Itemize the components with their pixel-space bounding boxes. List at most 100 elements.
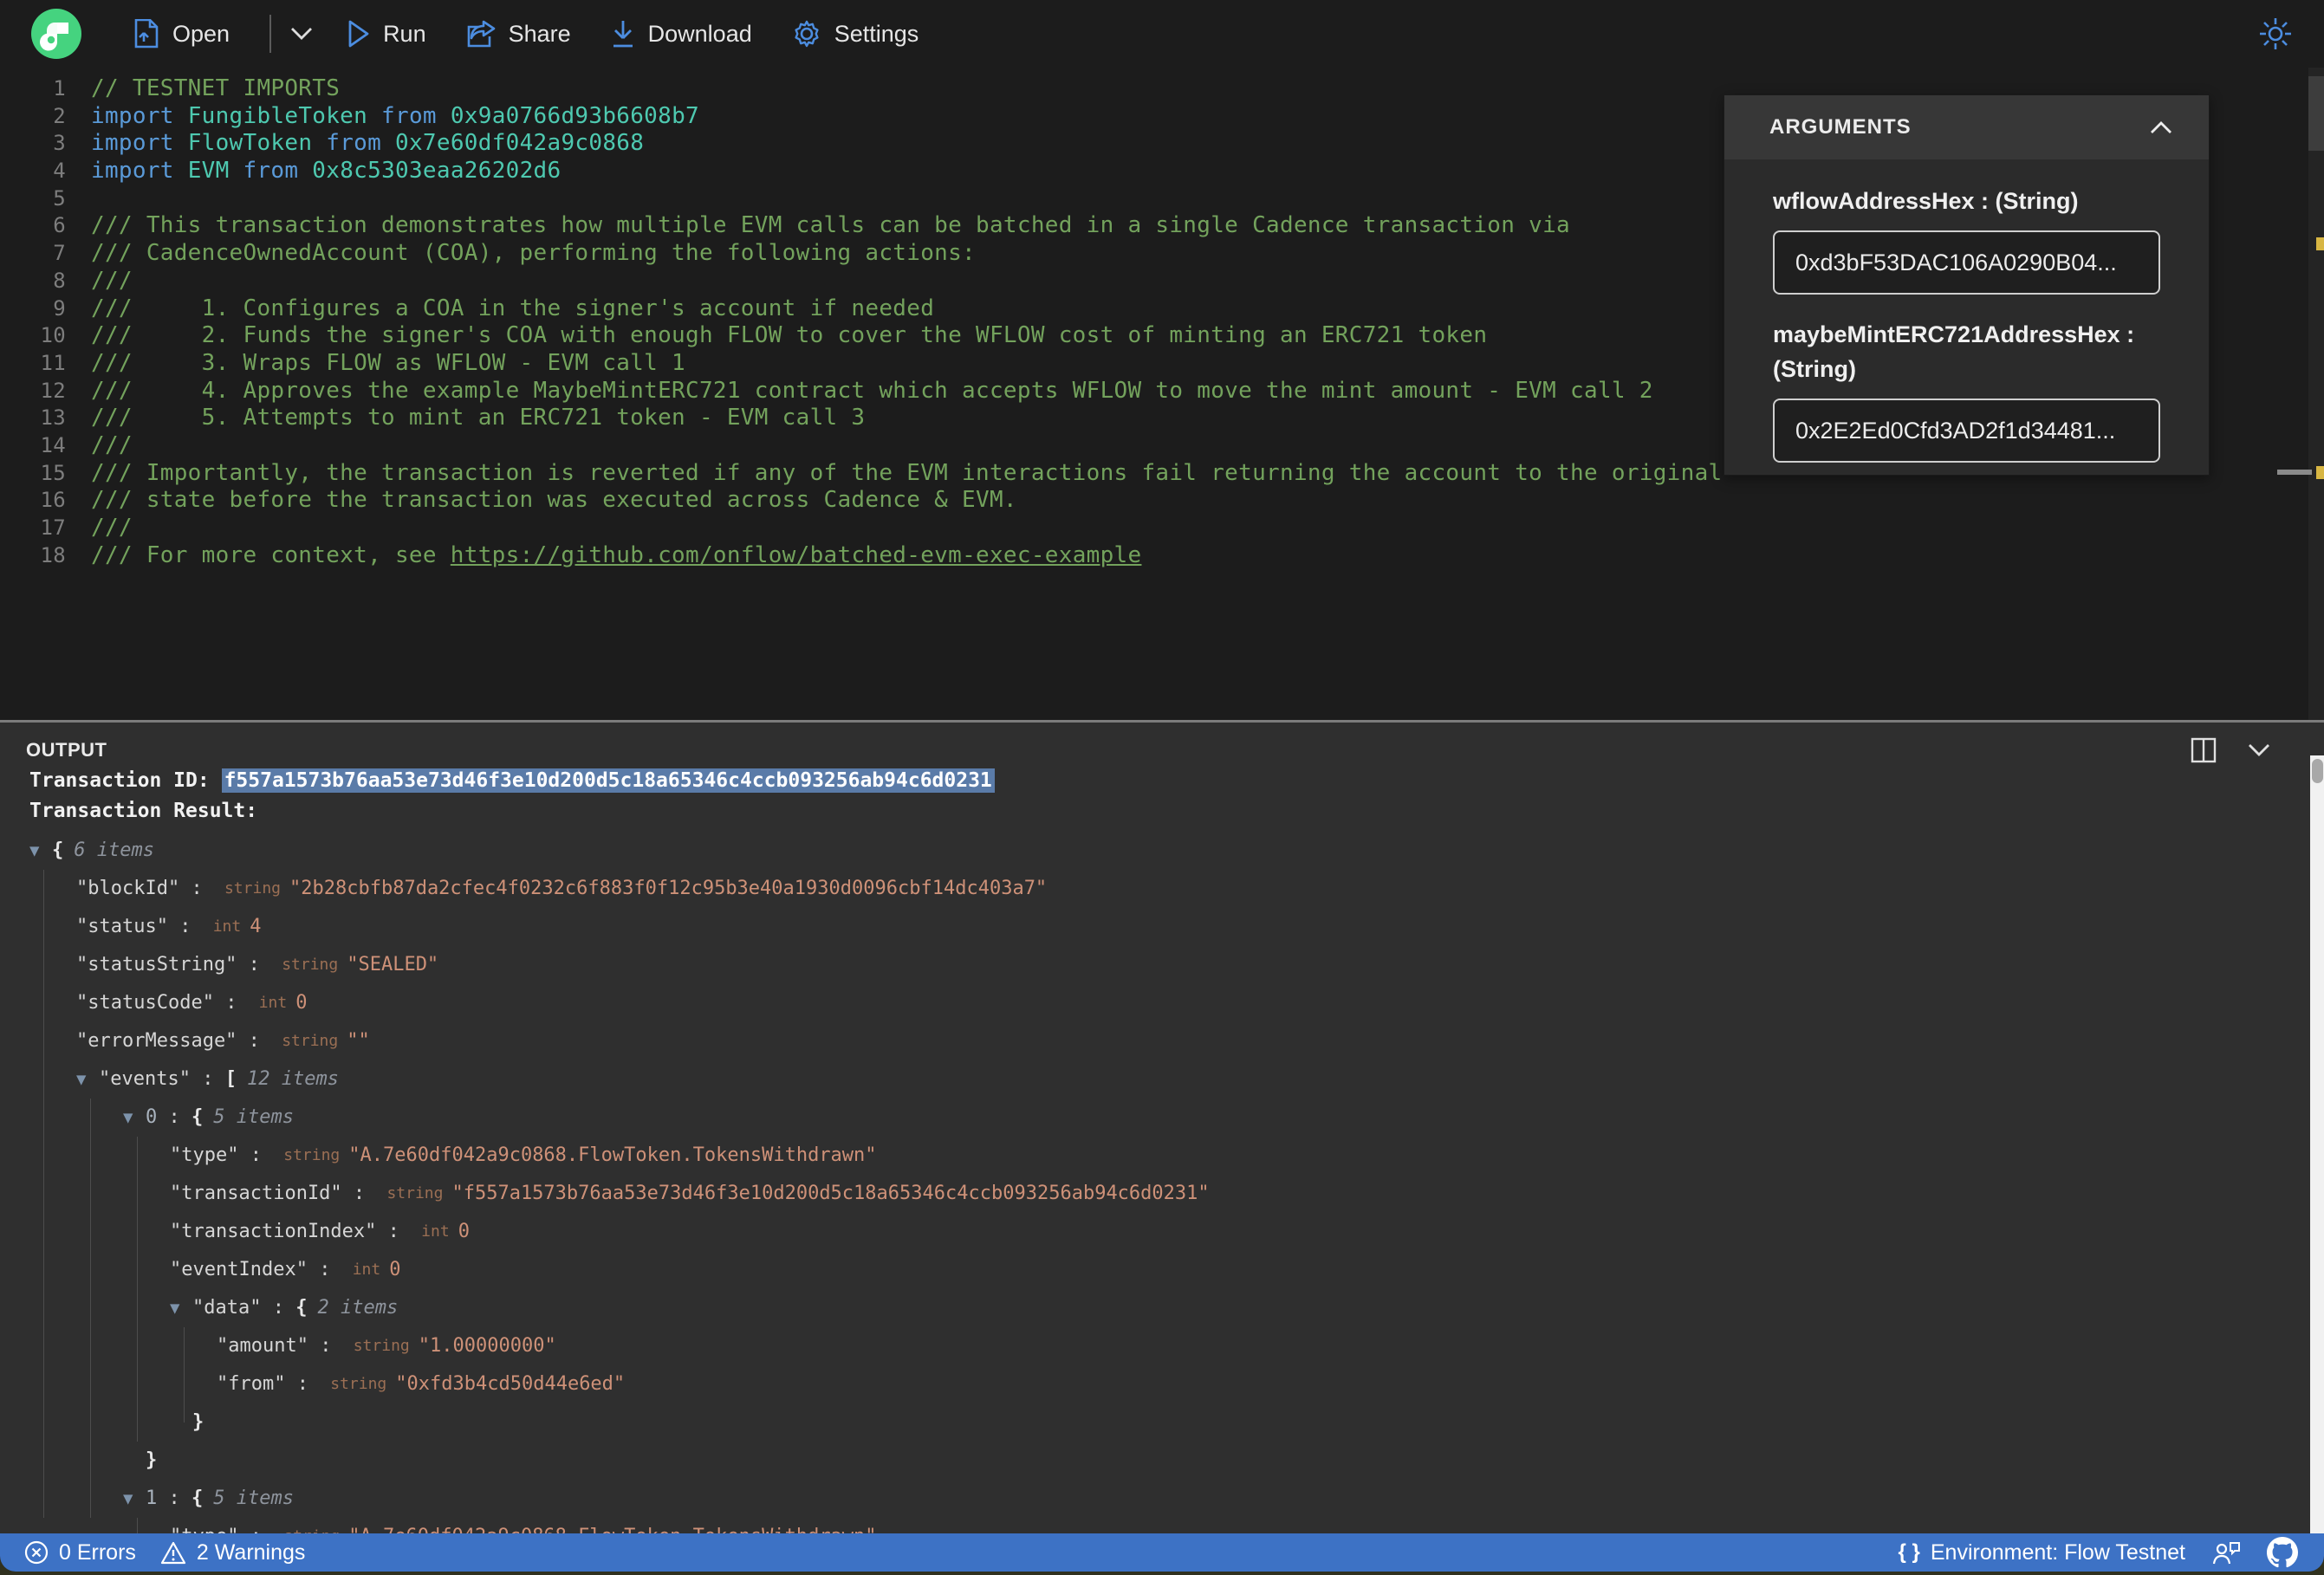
json-value: "0xfd3b4cd50d44e6ed" [395, 1373, 626, 1395]
code-token: /// [91, 515, 133, 541]
transaction-id-value: f557a1573b76aa53e73d46f3e10d200d5c18a653… [221, 768, 995, 793]
warnings-status[interactable]: 2 Warnings [160, 1539, 306, 1565]
download-button[interactable]: Download [611, 19, 752, 49]
github-icon[interactable] [2267, 1537, 2298, 1568]
code-token: /// 1. Configures a COA in the signer's … [91, 295, 935, 321]
code-text: import FungibleToken from 0x9a0766d93b66… [66, 103, 699, 131]
argument-input-1[interactable] [1773, 399, 2160, 463]
app-window: Open Run Share Download Settings 1 // TE… [0, 0, 2324, 1572]
json-tree-row: "blockId" : string "2b28cbfb87da2cfec4f02… [0, 870, 2324, 908]
json-key: "status" [76, 916, 168, 937]
output-panel: OUTPUT Transaction ID: f557a1573b76aa53e… [0, 723, 2324, 1537]
output-scrollbar-thumb[interactable] [2312, 759, 2323, 783]
json-key: "statusString" [76, 954, 237, 975]
expand-arrow-icon[interactable]: ▼ [123, 1480, 146, 1518]
json-value: "1.00000000" [418, 1335, 556, 1357]
json-type-label: string [283, 1146, 341, 1164]
editor-scrollbar-thumb[interactable] [2308, 76, 2324, 151]
line-number: 9 [53, 295, 66, 321]
json-type-label: int [352, 1261, 381, 1279]
code-token: // TESTNET IMPORTS [91, 75, 341, 101]
code-line[interactable]: 16 /// state before the transaction was e… [0, 487, 2324, 515]
code-line[interactable]: 17 /// [0, 515, 2324, 542]
arguments-header[interactable]: ARGUMENTS [1724, 95, 2209, 159]
open-file-icon [134, 19, 159, 49]
code-token: 0x9a0766d93b6608b7 [450, 102, 699, 129]
code-text: import EVM from 0x8c5303eaa26202d6 [66, 158, 561, 185]
json-type-label: int [212, 917, 242, 936]
code-token: import [91, 130, 188, 157]
argument-label-0: wflowAddressHex : (String) [1773, 188, 2079, 214]
collapse-output-chevron-icon[interactable] [2248, 743, 2270, 757]
code-text: /// For more context, see https://github… [66, 542, 1141, 570]
share-button[interactable]: Share [466, 20, 571, 48]
expand-arrow-icon[interactable]: ▼ [76, 1060, 99, 1099]
code-text: /// 4. Approves the example MaybeMintERC… [66, 378, 1653, 405]
warning-marker-1 [2316, 237, 2324, 250]
editor-scrollbar[interactable] [2308, 68, 2324, 720]
json-type-label: string [353, 1337, 410, 1355]
line-number: 12 [40, 378, 66, 403]
json-tree-row: "errorMessage" : string "" [0, 1022, 2324, 1060]
json-value: 0 [458, 1221, 470, 1242]
output-header: OUTPUT [0, 723, 2324, 766]
code-text: /// [66, 432, 133, 460]
environment-label: Environment: Flow Testnet [1930, 1539, 2185, 1565]
expand-arrow-icon[interactable]: ▼ [123, 1099, 146, 1137]
run-play-icon [348, 20, 369, 48]
code-token: EVM [187, 158, 230, 185]
json-key: "events" [99, 1068, 191, 1090]
transaction-id-label: Transaction ID: [29, 769, 222, 792]
code-token: import [91, 158, 188, 185]
environment-status[interactable]: { } Environment: Flow Testnet [1899, 1540, 2185, 1565]
output-scrollbar[interactable] [2310, 755, 2324, 1537]
overview-ruler-mark [2277, 470, 2312, 475]
code-token: from [229, 158, 313, 185]
transaction-result-label: Transaction Result: [29, 800, 258, 822]
output-title: OUTPUT [26, 739, 107, 761]
code-link[interactable]: https://github.com/onflow/batched-evm-ex… [451, 542, 1142, 568]
json-type-label: string [224, 879, 281, 898]
json-key: "blockId" [76, 878, 180, 899]
code-text: import FlowToken from 0x7e60df042a9c0868 [66, 130, 644, 158]
json-tree-row: ▼ 1 : {5 items [0, 1480, 2324, 1518]
json-value: "" [347, 1030, 370, 1052]
open-dropdown-chevron[interactable] [290, 27, 313, 41]
settings-button[interactable]: Settings [792, 19, 919, 49]
open-button[interactable]: Open [133, 19, 230, 49]
json-tree-row: "from" : string "0xfd3b4cd50d44e6ed" [0, 1365, 2324, 1403]
json-type-label: string [282, 1032, 339, 1050]
argument-input-0[interactable] [1773, 230, 2160, 295]
code-text: /// CadenceOwnedAccount (COA), performin… [66, 240, 976, 268]
expand-arrow-icon[interactable]: ▼ [170, 1289, 192, 1327]
collapse-chevron-up-icon[interactable] [2150, 120, 2172, 134]
line-number: 17 [40, 515, 66, 540]
code-token: /// This transaction demonstrates how mu… [91, 212, 1571, 239]
code-text: /// This transaction demonstrates how mu… [66, 212, 1570, 240]
run-button[interactable]: Run [347, 20, 426, 48]
code-text: /// state before the transaction was exe… [66, 487, 1017, 515]
code-line[interactable]: 18/// For more context, see https://gith… [0, 542, 2324, 570]
json-key: "from" [217, 1373, 286, 1395]
json-tree-row: "status" : int 4 [0, 908, 2324, 946]
json-value: 4 [250, 916, 262, 937]
json-value: "A.7e60df042a9c0868.FlowToken.TokensWith… [348, 1144, 877, 1166]
json-items-count: 5 items [213, 1106, 294, 1128]
line-number: 3 [53, 131, 66, 156]
expand-arrow-icon[interactable]: ▼ [29, 832, 52, 870]
code-token: 0x8c5303eaa26202d6 [312, 158, 562, 185]
line-number: 5 [53, 185, 66, 211]
code-token: /// 5. Attempts to mint an ERC721 token … [91, 405, 866, 431]
theme-toggle-button[interactable] [2258, 16, 2293, 51]
json-tree-row: ▼{6 items [0, 832, 2324, 870]
warnings-count: 2 Warnings [196, 1539, 306, 1565]
open-label: Open [172, 20, 230, 47]
feedback-icon[interactable] [2211, 1539, 2241, 1565]
errors-status[interactable]: 0 Errors [24, 1540, 136, 1565]
error-circle-icon [24, 1540, 49, 1565]
json-tree-row: } [146, 1449, 158, 1471]
arguments-title: ARGUMENTS [1769, 115, 1912, 139]
json-value: 0 [295, 992, 308, 1014]
split-panel-icon[interactable] [2191, 737, 2217, 763]
download-icon [613, 21, 633, 48]
